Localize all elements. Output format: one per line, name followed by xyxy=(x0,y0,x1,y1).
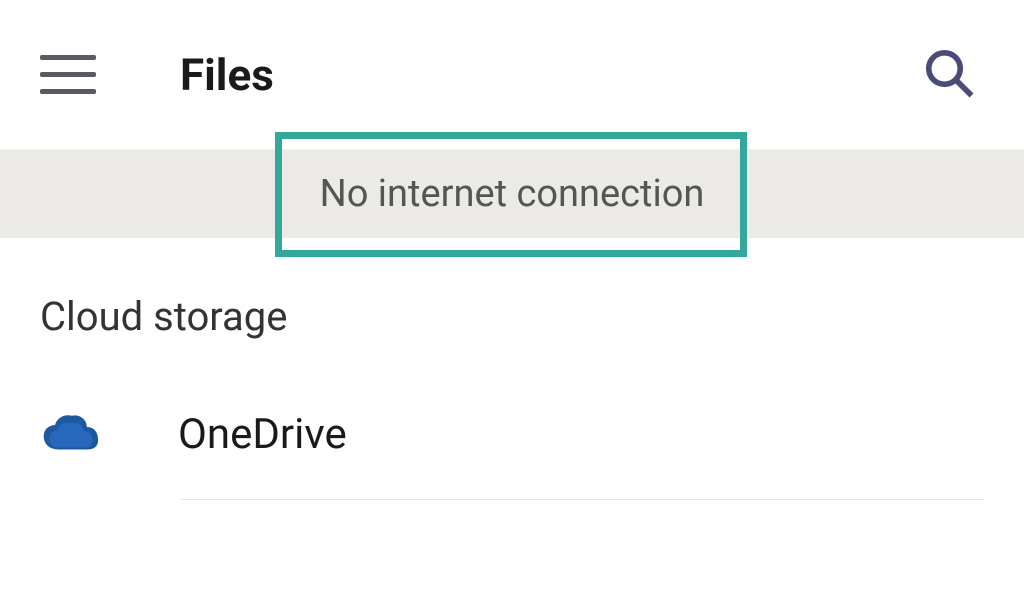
storage-item-label: OneDrive xyxy=(178,410,347,459)
section-title: Cloud storage xyxy=(40,293,984,340)
storage-item-onedrive[interactable]: OneDrive xyxy=(40,410,984,499)
onedrive-icon xyxy=(40,412,100,458)
list-divider xyxy=(180,499,984,500)
app-header: Files xyxy=(0,0,1024,150)
content-area: Cloud storage OneDrive xyxy=(0,238,1024,500)
search-icon[interactable] xyxy=(914,38,984,112)
offline-banner: No internet connection xyxy=(0,150,1024,238)
hamburger-menu-icon[interactable] xyxy=(40,45,100,105)
page-title: Files xyxy=(180,49,914,101)
offline-message: No internet connection xyxy=(320,172,705,216)
